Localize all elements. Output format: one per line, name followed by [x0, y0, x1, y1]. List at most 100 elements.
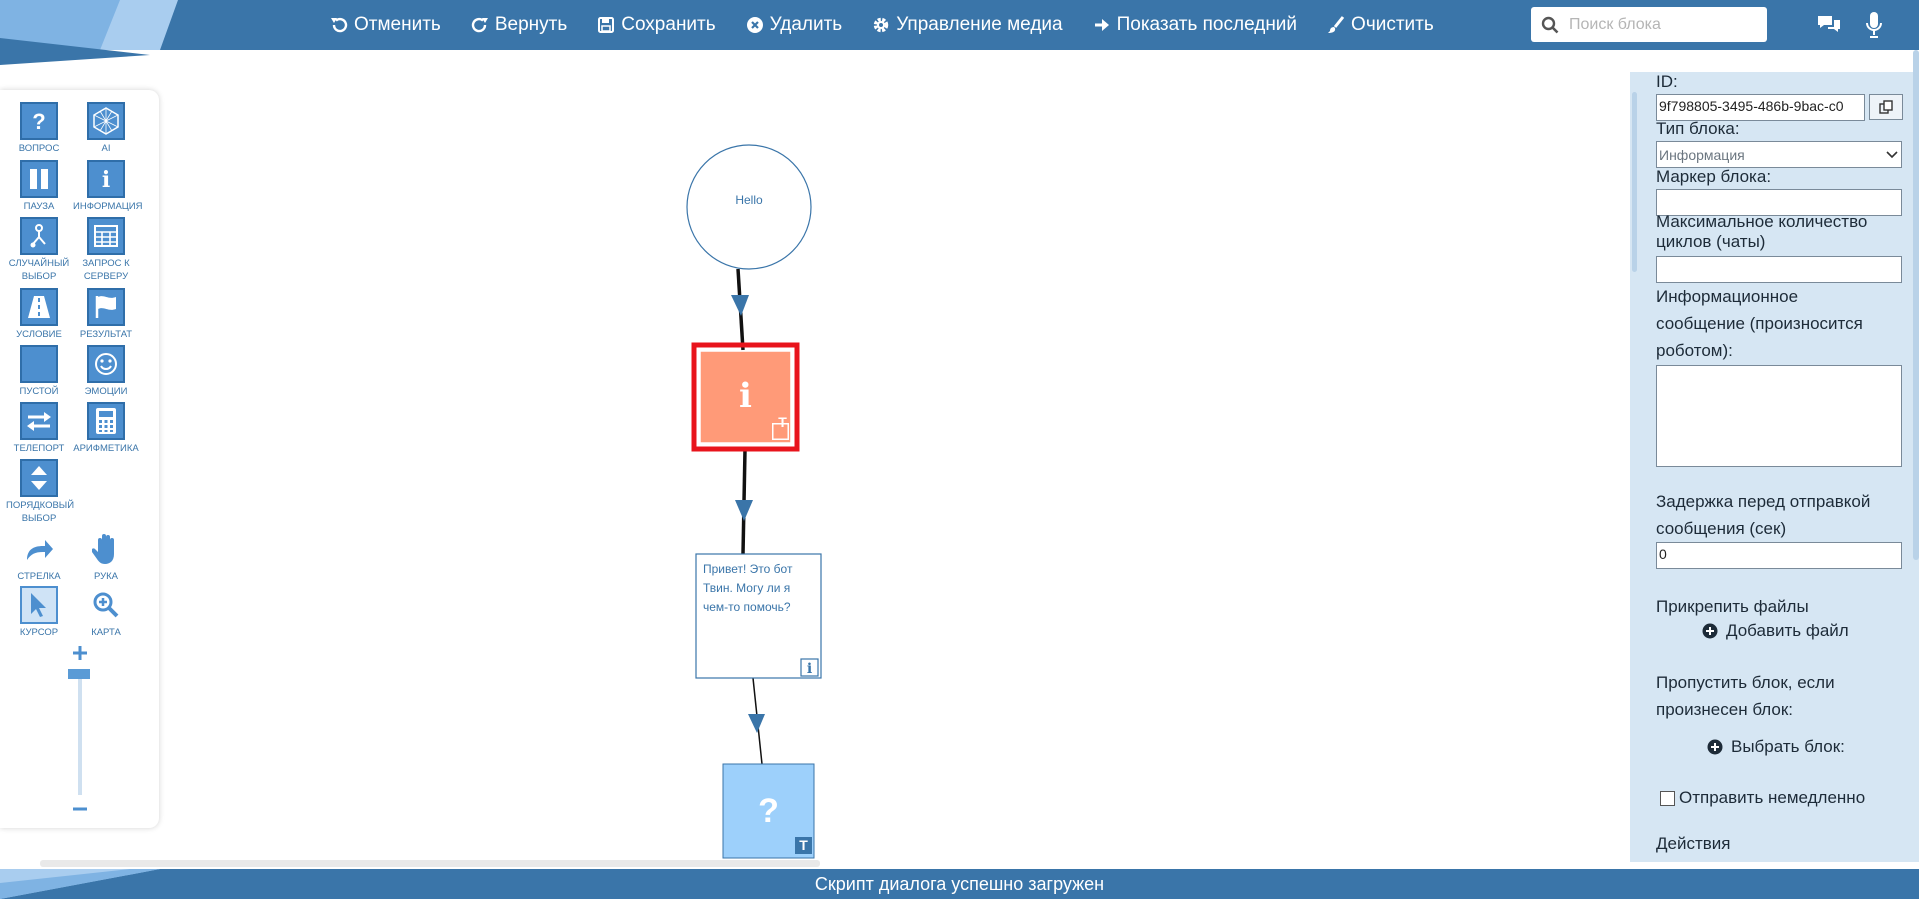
calculator-icon [87, 402, 125, 440]
tool-ordinal-choice[interactable]: ПОРЯДКОВЫЙ ВЫБОР [6, 459, 74, 525]
save-button[interactable]: Сохранить [597, 14, 716, 36]
copy-id-button[interactable] [1869, 94, 1903, 120]
tool-cursor[interactable]: КУРСОР [6, 586, 72, 639]
action-toolbar: Отменить Вернуть Сохранить Удалить Управ… [330, 0, 1464, 50]
delay-label-2: сообщения (сек) [1656, 519, 1787, 538]
tool-emotions-label: ЭМОЦИИ [84, 386, 128, 397]
save-label: Сохранить [621, 14, 716, 35]
send-immediately-option[interactable]: Отправить немедленно [1660, 788, 1865, 808]
send-immediately-checkbox[interactable] [1660, 790, 1675, 806]
chat-icon[interactable] [1816, 13, 1842, 37]
chevron-down-icon [1886, 150, 1898, 158]
message-node-text-2: Твин. Могу ли я [703, 581, 791, 595]
empty-block-icon [20, 345, 58, 383]
send-immediately-label: Отправить немедленно [1679, 788, 1866, 807]
tool-emotions[interactable]: ЭМОЦИИ [73, 345, 139, 398]
tool-teleport-label: ТЕЛЕПОРТ [13, 443, 65, 454]
tool-pause-label: ПАУЗА [23, 201, 55, 212]
block-type-label: Тип блока: [1656, 119, 1740, 138]
copy-icon [1879, 100, 1893, 114]
tool-question[interactable]: ? ВОПРОС [6, 102, 72, 155]
tool-ai[interactable]: AI [73, 102, 139, 155]
tool-pause[interactable]: ПАУЗА [6, 160, 72, 213]
clear-button[interactable]: Очистить [1327, 14, 1434, 36]
redo-button[interactable]: Вернуть [471, 14, 567, 36]
choose-block-label: Выбрать блок: [1731, 737, 1845, 756]
undo-button[interactable]: Отменить [330, 14, 441, 36]
redo-label: Вернуть [494, 14, 568, 35]
tool-empty-label: ПУСТОЙ [19, 386, 59, 397]
tool-info-label: ИНФОРМАЦИЯ [73, 201, 143, 212]
svg-text:i: i [102, 167, 110, 191]
message-node-text-3: чем-то помочь? [703, 600, 791, 614]
tool-random-choice[interactable]: СЛУЧАЙНЫЙ ВЫБОР [6, 217, 72, 283]
delay-label-1: Задержка перед отправкой [1656, 492, 1871, 511]
ai-hex-icon [87, 102, 125, 140]
zoom-slider[interactable] [68, 645, 92, 815]
tool-arithmetic[interactable]: АРИФМЕТИКА [73, 402, 139, 455]
tool-hand[interactable]: РУКА [73, 530, 139, 583]
edge-arrow [731, 295, 749, 316]
zoom-minus-icon[interactable] [72, 801, 88, 817]
tool-arrow[interactable]: СТРЕЛКА [6, 530, 72, 583]
floppy-icon [598, 17, 615, 33]
tool-info[interactable]: i ИНФОРМАЦИЯ [73, 160, 143, 213]
info-message-textarea[interactable] [1656, 365, 1902, 467]
choose-block-button[interactable]: Выбрать блок: [1707, 737, 1845, 757]
skip-block-label-1: Пропустить блок, если [1656, 673, 1835, 692]
properties-scroll-indicator[interactable] [1632, 92, 1637, 272]
actions-label: Действия [1656, 834, 1731, 853]
question-node-icon: ? [758, 792, 779, 830]
zoom-track[interactable] [78, 669, 82, 795]
pause-icon [20, 160, 58, 198]
message-node-info-icon: i [807, 661, 812, 677]
marker-label: Маркер блока: [1656, 167, 1772, 186]
block-search[interactable] [1531, 7, 1767, 42]
tool-server-label-1: ЗАПРОС К [82, 258, 130, 269]
redo-icon [471, 17, 488, 33]
add-file-label: Добавить файл [1726, 621, 1849, 640]
id-label: ID: [1656, 72, 1678, 91]
delete-button[interactable]: Удалить [746, 14, 842, 36]
max-cycles-field[interactable] [1656, 256, 1902, 283]
info-message-label-2: сообщение (произносится [1656, 314, 1863, 333]
show-last-label: Показать последний [1116, 14, 1298, 35]
add-file-button[interactable]: Добавить файл [1702, 621, 1849, 641]
tool-arrow-label: СТРЕЛКА [17, 571, 61, 582]
tool-ordinal-label-2: ВЫБОР [21, 513, 57, 524]
message-node-text-1: Привет! Это бот [703, 562, 793, 576]
page-vertical-scrollbar[interactable] [1913, 50, 1919, 560]
random-branch-icon [20, 217, 58, 255]
tool-result-label: РЕЗУЛЬТАТ [79, 329, 133, 340]
tool-arithmetic-label: АРИФМЕТИКА [73, 443, 139, 454]
tool-empty[interactable]: ПУСТОЙ [6, 345, 72, 398]
search-icon [1541, 16, 1559, 33]
table-icon [87, 217, 125, 255]
tool-server-request[interactable]: ЗАПРОС К СЕРВЕРУ [73, 217, 139, 283]
max-cycles-label-1: Максимальное количество [1656, 212, 1868, 231]
tool-teleport[interactable]: ТЕЛЕПОРТ [6, 402, 72, 455]
diagram-canvas[interactable]: i i ? Hello T Привет! Это бот Твин. Могу… [160, 50, 1630, 860]
start-node-label: Hello [735, 193, 763, 207]
exchange-arrows-icon [20, 402, 58, 440]
svg-text:?: ? [32, 109, 45, 133]
attach-files-label: Прикрепить файлы [1656, 597, 1809, 616]
media-manager-button[interactable]: Управление медиа [872, 14, 1063, 36]
cursor-icon [20, 586, 58, 624]
zoom-plus-icon[interactable] [72, 645, 88, 661]
tool-question-label: ВОПРОС [18, 143, 60, 154]
block-type-value: Информация [1659, 146, 1745, 163]
zoom-in-icon [87, 586, 125, 624]
zoom-handle[interactable] [68, 669, 90, 679]
microphone-icon[interactable] [1866, 11, 1882, 39]
search-input[interactable] [1567, 14, 1761, 35]
gear-icon [873, 17, 889, 33]
status-message: Скрипт диалога успешно загружен [814, 874, 1105, 894]
delay-field[interactable]: 0 [1656, 542, 1902, 569]
tool-result[interactable]: РЕЗУЛЬТАТ [73, 288, 139, 341]
tool-map[interactable]: КАРТА [73, 586, 139, 639]
flow-graph: i i ? [686, 144, 822, 859]
show-last-button[interactable]: Показать последний [1093, 14, 1297, 36]
skip-block-label-2: произнесен блок: [1656, 700, 1794, 719]
tool-condition[interactable]: УСЛОВИЕ [6, 288, 72, 341]
